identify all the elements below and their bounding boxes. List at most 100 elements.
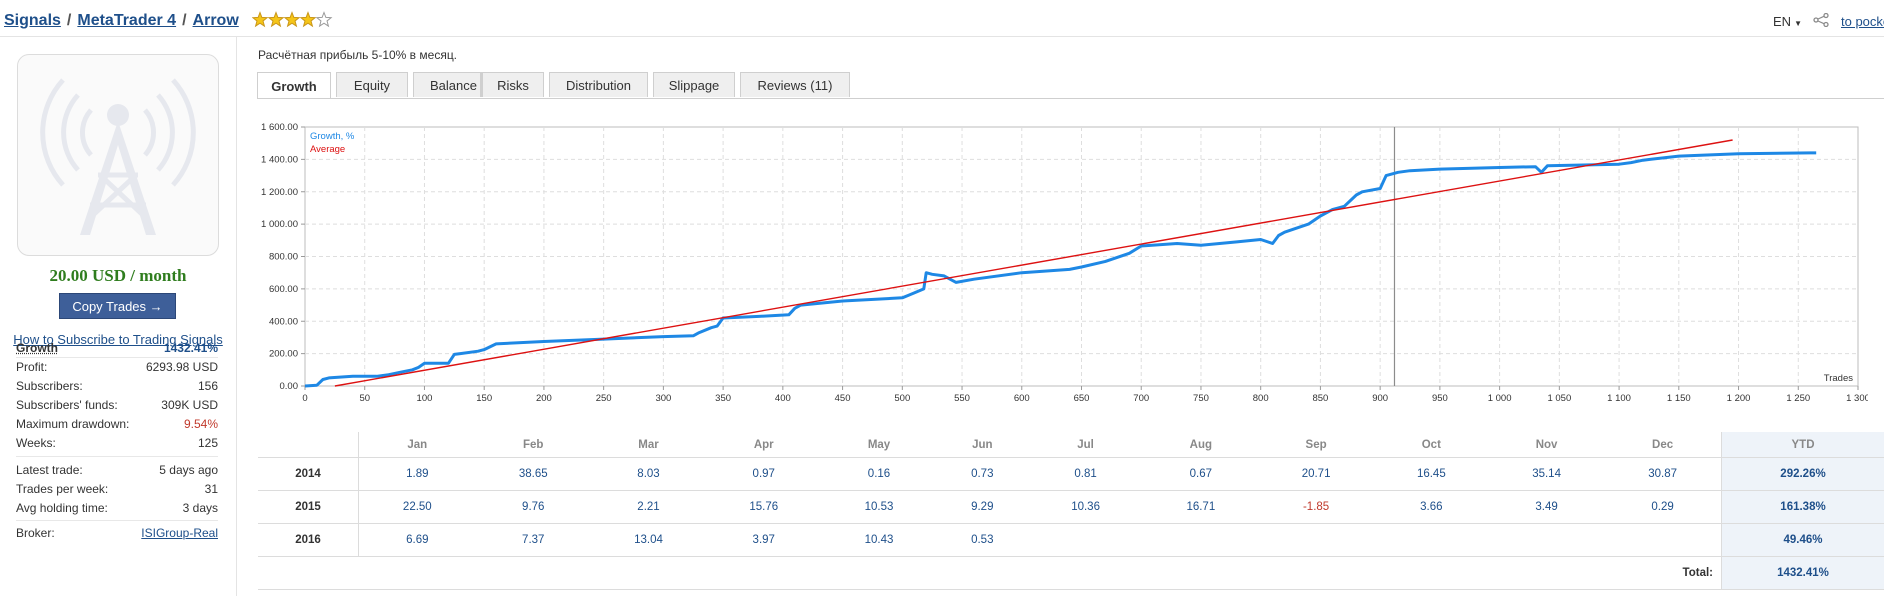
month-cell[interactable]: 30.87	[1604, 457, 1722, 491]
tab-distribution[interactable]: Distribution	[549, 72, 648, 97]
stat-avg-holding-time: Avg holding time: 3 days	[16, 499, 218, 517]
month-cell[interactable]: 38.65	[475, 457, 591, 491]
month-cell[interactable]: 7.37	[475, 523, 591, 557]
stat-value: 1432.41%	[163, 341, 218, 355]
month-cell[interactable]: 10.53	[821, 490, 937, 524]
month-cell[interactable]: 0.29	[1604, 490, 1722, 524]
tab-reviews[interactable]: Reviews (11)	[740, 72, 850, 97]
y-tick-label: 600.00	[269, 284, 298, 295]
month-cell[interactable]: 0.81	[1027, 457, 1144, 491]
tab-equity[interactable]: Equity	[336, 72, 408, 97]
stat-subscribers: Subscribers: 156	[16, 377, 218, 395]
tab-risks[interactable]: Risks	[482, 72, 544, 97]
legend-average: Average	[310, 144, 345, 155]
share-icon[interactable]	[1813, 13, 1829, 27]
x-tick-label: 800	[1253, 393, 1269, 404]
stat-max-drawdown: Maximum drawdown: 9.54%	[16, 415, 218, 433]
y-tick-label: 400.00	[269, 316, 298, 327]
month-cell[interactable]: 6.69	[358, 523, 476, 557]
copy-trades-button[interactable]: Copy Trades →	[59, 293, 176, 319]
month-cell[interactable]: 9.76	[475, 490, 591, 524]
y-tick-label: 0.00	[280, 381, 299, 392]
divider	[16, 456, 218, 457]
month-cell[interactable]: 20.71	[1258, 457, 1374, 491]
to-pocket-link[interactable]: to pocke	[1841, 14, 1884, 29]
growth-chart[interactable]: 0 50 100 150 200 250 300 350 400 450 500 550 600 650 7…	[258, 123, 1868, 413]
month-cell[interactable]: 8.03	[590, 457, 707, 491]
language-selector[interactable]: EN ▼	[1773, 14, 1802, 29]
x-tick-label: 100	[417, 393, 433, 404]
column-header: May	[821, 432, 937, 458]
avatar	[17, 54, 219, 256]
stat-label: Latest trade:	[16, 463, 83, 477]
tab-growth[interactable]: Growth	[257, 72, 331, 99]
x-tick-label: 550	[954, 393, 970, 404]
x-tick-label: 750	[1193, 393, 1209, 404]
stat-label: Growth	[16, 341, 58, 355]
stat-growth: Growth 1432.41%	[16, 339, 218, 357]
month-cell[interactable]: 1.89	[358, 457, 476, 491]
star-filled-icon[interactable]	[299, 11, 317, 28]
y-tick-label: 800.00	[269, 252, 298, 263]
breadcrumb-platform-link[interactable]: MetaTrader 4	[77, 12, 176, 29]
month-cell[interactable]: 3.49	[1488, 490, 1605, 524]
star-empty-icon[interactable]	[315, 11, 333, 28]
page-header: Signals / MetaTrader 4 / Arrow EN▼ to pocke	[0, 0, 1884, 37]
star-rating[interactable]	[252, 11, 342, 29]
stat-value: 3 days	[182, 501, 218, 515]
column-header: Jul	[1027, 432, 1144, 458]
year-cell: 2014	[258, 457, 359, 491]
month-cell[interactable]: 0.53	[936, 523, 1028, 557]
x-tick-label: 250	[596, 393, 612, 404]
stat-trades-per-week: Trades per week: 31	[16, 480, 218, 498]
month-cell[interactable]: 3.66	[1373, 490, 1489, 524]
month-cell	[1258, 523, 1374, 557]
x-tick-label: 0	[302, 393, 307, 404]
column-header: Apr	[706, 432, 822, 458]
month-cell[interactable]: 10.36	[1027, 490, 1144, 524]
month-cell[interactable]: 0.73	[936, 457, 1028, 491]
table-row: 2014 1.89 38.65 8.03 0.97 0.16 0.73 0.81 0.67 20.…	[258, 457, 1884, 491]
stat-value: 309K USD	[161, 398, 218, 412]
month-cell[interactable]: 16.45	[1373, 457, 1489, 491]
month-cell[interactable]: 13.04	[590, 523, 707, 557]
breadcrumb-signals-link[interactable]: Signals	[4, 12, 61, 29]
star-filled-icon[interactable]	[267, 11, 285, 28]
month-cell[interactable]: 2.21	[590, 490, 707, 524]
month-cell[interactable]: 3.97	[706, 523, 822, 557]
month-cell[interactable]: 0.97	[706, 457, 822, 491]
x-tick-label: 1 200	[1727, 393, 1751, 404]
month-cell[interactable]: 0.16	[821, 457, 937, 491]
column-header: Nov	[1488, 432, 1605, 458]
x-tick-label: 150	[476, 393, 492, 404]
month-cell[interactable]: -1.85	[1258, 490, 1374, 524]
column-header: Feb	[475, 432, 591, 458]
x-tick-label: 500	[894, 393, 910, 404]
x-tick-label: 1 150	[1667, 393, 1691, 404]
x-tick-label: 200	[536, 393, 552, 404]
month-cell[interactable]: 35.14	[1488, 457, 1605, 491]
y-tick-label: 200.00	[269, 349, 298, 360]
stat-weeks: Weeks: 125	[16, 434, 218, 452]
month-cell[interactable]: 0.67	[1143, 457, 1259, 491]
month-cell[interactable]: 9.29	[936, 490, 1028, 524]
column-header	[258, 432, 359, 458]
x-tick-label: 1 100	[1607, 393, 1631, 404]
divider	[16, 520, 218, 521]
month-cell[interactable]: 15.76	[706, 490, 822, 524]
month-cell[interactable]: 16.71	[1143, 490, 1259, 524]
x-tick-label: 600	[1014, 393, 1030, 404]
month-cell[interactable]: 10.43	[821, 523, 937, 557]
legend-growth: Growth, %	[310, 131, 355, 142]
stat-label: Avg holding time:	[16, 501, 108, 515]
tab-slippage[interactable]: Slippage	[653, 72, 735, 97]
month-cell[interactable]: 22.50	[358, 490, 476, 524]
tab-bar-border	[257, 98, 1884, 99]
star-filled-icon[interactable]	[252, 11, 269, 28]
breadcrumb-signal-name[interactable]: Arrow	[193, 12, 239, 29]
ytd-cell: 292.26%	[1721, 457, 1884, 491]
star-filled-icon[interactable]	[283, 11, 301, 28]
stat-label: Maximum drawdown:	[16, 417, 130, 431]
x-tick-label: 1 050	[1547, 393, 1571, 404]
broker-link[interactable]: ISIGroup-Real	[141, 526, 218, 540]
